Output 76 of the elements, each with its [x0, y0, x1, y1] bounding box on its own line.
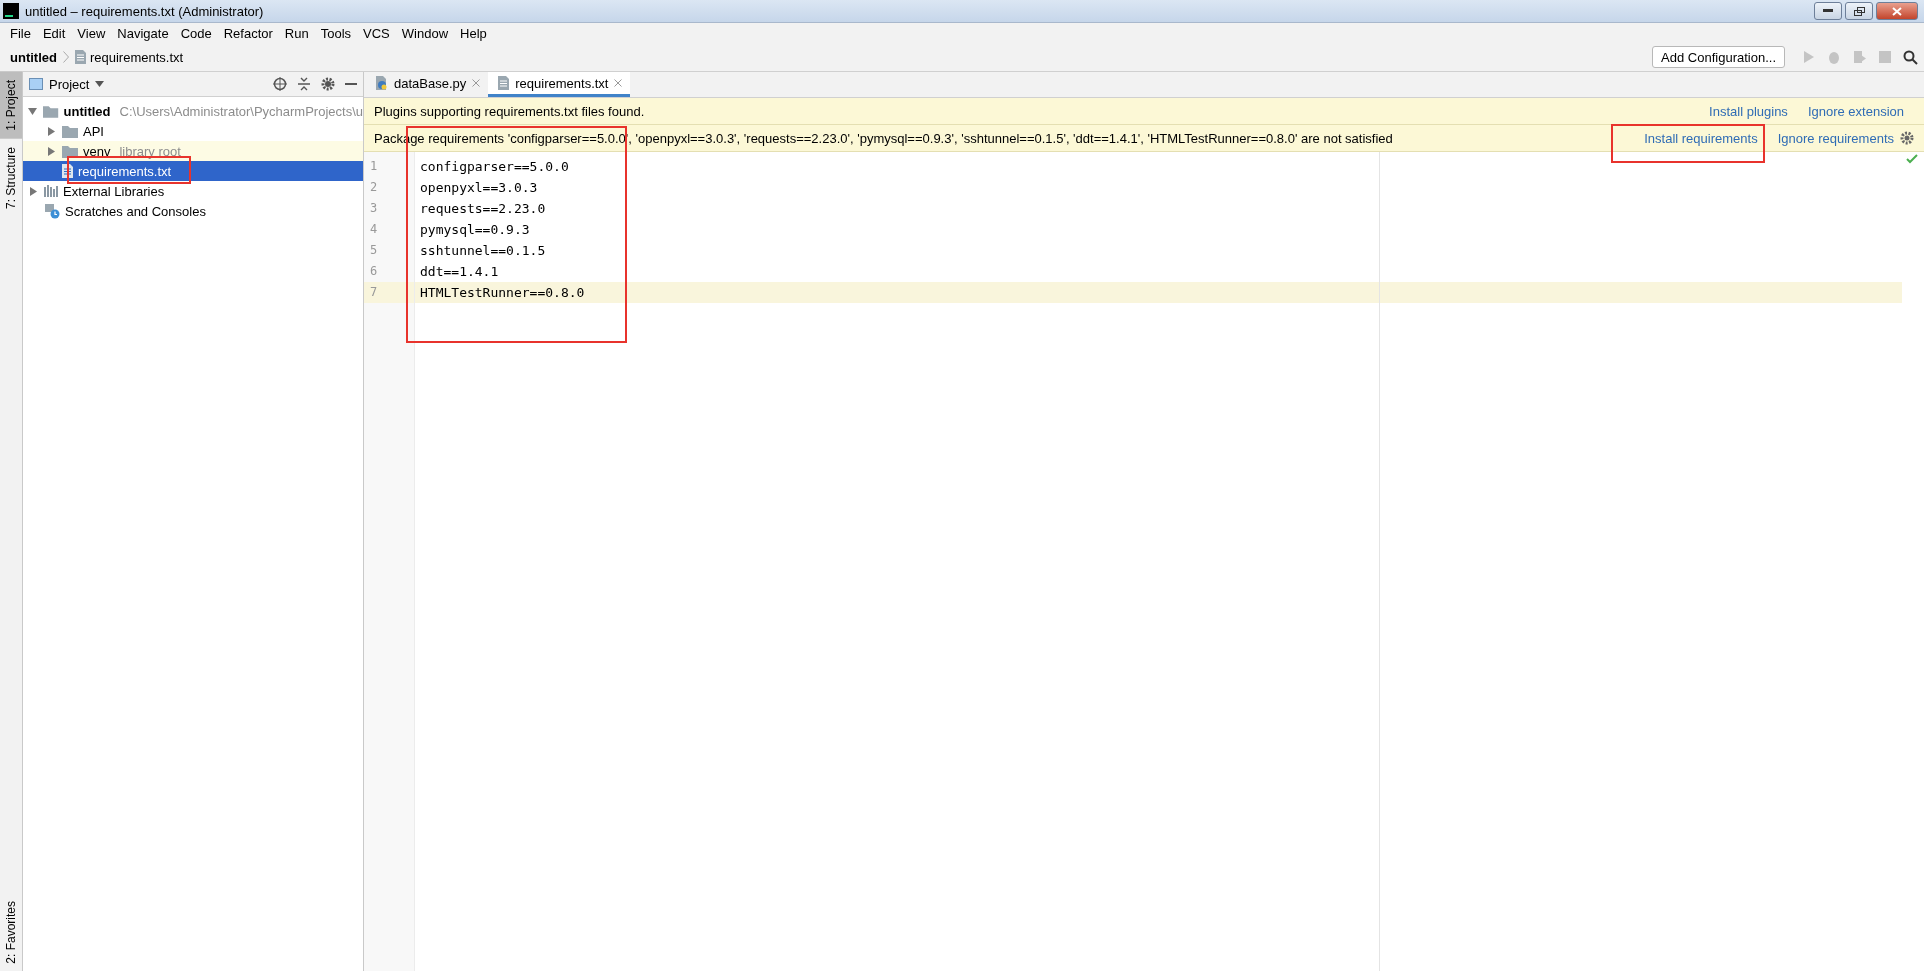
banner-link[interactable]: Install requirements: [1644, 130, 1758, 146]
window-icon: [29, 78, 43, 90]
code-line: sshtunnel==0.1.5: [419, 242, 547, 260]
line-number: 3: [369, 200, 379, 217]
tool-window-tab[interactable]: 1: Project: [0, 72, 22, 139]
menu-item[interactable]: VCS: [357, 25, 396, 41]
tool-window-tab[interactable]: 2: Favorites: [0, 893, 22, 971]
editor-tab[interactable]: dataBase.py: [364, 72, 489, 97]
close-tab-icon[interactable]: [472, 79, 481, 87]
chevron-icon: [62, 51, 69, 63]
tree-item[interactable]: API: [23, 121, 363, 141]
tool-window-tab[interactable]: 7: Structure: [0, 138, 22, 217]
line-number: 5: [369, 242, 379, 259]
line-number: 7: [364, 282, 414, 303]
project-view-selector[interactable]: Project: [29, 76, 105, 92]
menu-item[interactable]: Navigate: [111, 25, 175, 41]
banner-link[interactable]: Ignore requirements: [1777, 130, 1894, 146]
editor-tab[interactable]: requirements.txt: [488, 72, 631, 97]
tree-item[interactable]: External Libraries: [23, 181, 363, 201]
folder-icon: [62, 144, 78, 158]
text-file-icon: [498, 76, 510, 90]
banner-message: Plugins supporting requirements.txt files found.: [374, 103, 646, 119]
code-line: pymysql==0.9.3: [419, 221, 531, 239]
menu-item[interactable]: Window: [395, 25, 455, 41]
search-icon[interactable]: [1903, 49, 1918, 65]
menu-item[interactable]: File: [4, 25, 37, 41]
tree-item-hint: library root: [119, 143, 181, 159]
breadcrumb-item[interactable]: requirements.txt: [74, 49, 184, 65]
line-number: 4: [369, 221, 379, 238]
menu-item[interactable]: Run: [278, 25, 315, 41]
minimize-icon: [1823, 9, 1833, 13]
folder-icon: [43, 104, 59, 118]
app-logo-icon: [3, 3, 19, 19]
restore-icon: [1853, 6, 1865, 16]
banner-link[interactable]: Install plugins: [1709, 103, 1788, 119]
locate-icon[interactable]: [273, 77, 287, 91]
collapse-all-icon[interactable]: [297, 77, 311, 91]
tree-item[interactable]: Scratches and Consoles: [23, 201, 363, 221]
close-icon: [1892, 6, 1902, 16]
code-line: configparser==5.0.0: [419, 158, 570, 176]
checkmark-icon: [1906, 154, 1918, 164]
menu-item[interactable]: Tools: [314, 25, 358, 41]
restore-button[interactable]: [1845, 2, 1873, 20]
code-line: requests==2.23.0: [419, 200, 547, 218]
code-line: openpyxl==3.0.3: [419, 179, 539, 197]
close-button[interactable]: [1876, 2, 1918, 20]
run-configuration-button[interactable]: Add Configuration...: [1652, 46, 1785, 68]
close-tab-icon[interactable]: [614, 79, 623, 87]
text-file-icon: [74, 50, 86, 64]
window-title: untitled – requirements.txt (Administrator): [25, 3, 265, 19]
banner-link[interactable]: Ignore extension: [1807, 103, 1904, 119]
tree-item-hint: C:\Users\Administrator\PycharmProjects\u: [119, 103, 363, 119]
menu-item[interactable]: Edit: [36, 25, 72, 41]
minimize-button[interactable]: [1814, 2, 1842, 20]
menu-item[interactable]: Code: [174, 25, 218, 41]
tree-item[interactable]: venv library root: [23, 141, 363, 161]
text-file-icon: [62, 164, 73, 178]
menu-item[interactable]: Help: [454, 25, 493, 41]
line-number: 6: [369, 263, 379, 280]
settings-icon[interactable]: [321, 77, 335, 91]
breadcrumb-item[interactable]: untitled: [10, 49, 57, 65]
expanded-arrow-icon[interactable]: [28, 106, 38, 116]
menu-item[interactable]: View: [71, 25, 112, 41]
menu-item[interactable]: Refactor: [217, 25, 279, 41]
scratches-icon: [44, 203, 60, 219]
line-number: 1: [369, 158, 379, 175]
dropdown-caret-icon[interactable]: [95, 81, 105, 87]
tree-item[interactable]: untitled C:\Users\Administrator\PycharmProjects\u: [23, 101, 363, 121]
tree-item[interactable]: requirements.txt: [23, 161, 363, 181]
folder-icon: [62, 124, 78, 138]
code-line: ddt==1.4.1: [419, 263, 500, 281]
settings-icon[interactable]: [1900, 131, 1914, 145]
collapsed-arrow-icon[interactable]: [28, 186, 38, 196]
library-icon: [44, 185, 58, 197]
line-number: 2: [369, 179, 379, 196]
python-file-icon: [374, 76, 388, 90]
